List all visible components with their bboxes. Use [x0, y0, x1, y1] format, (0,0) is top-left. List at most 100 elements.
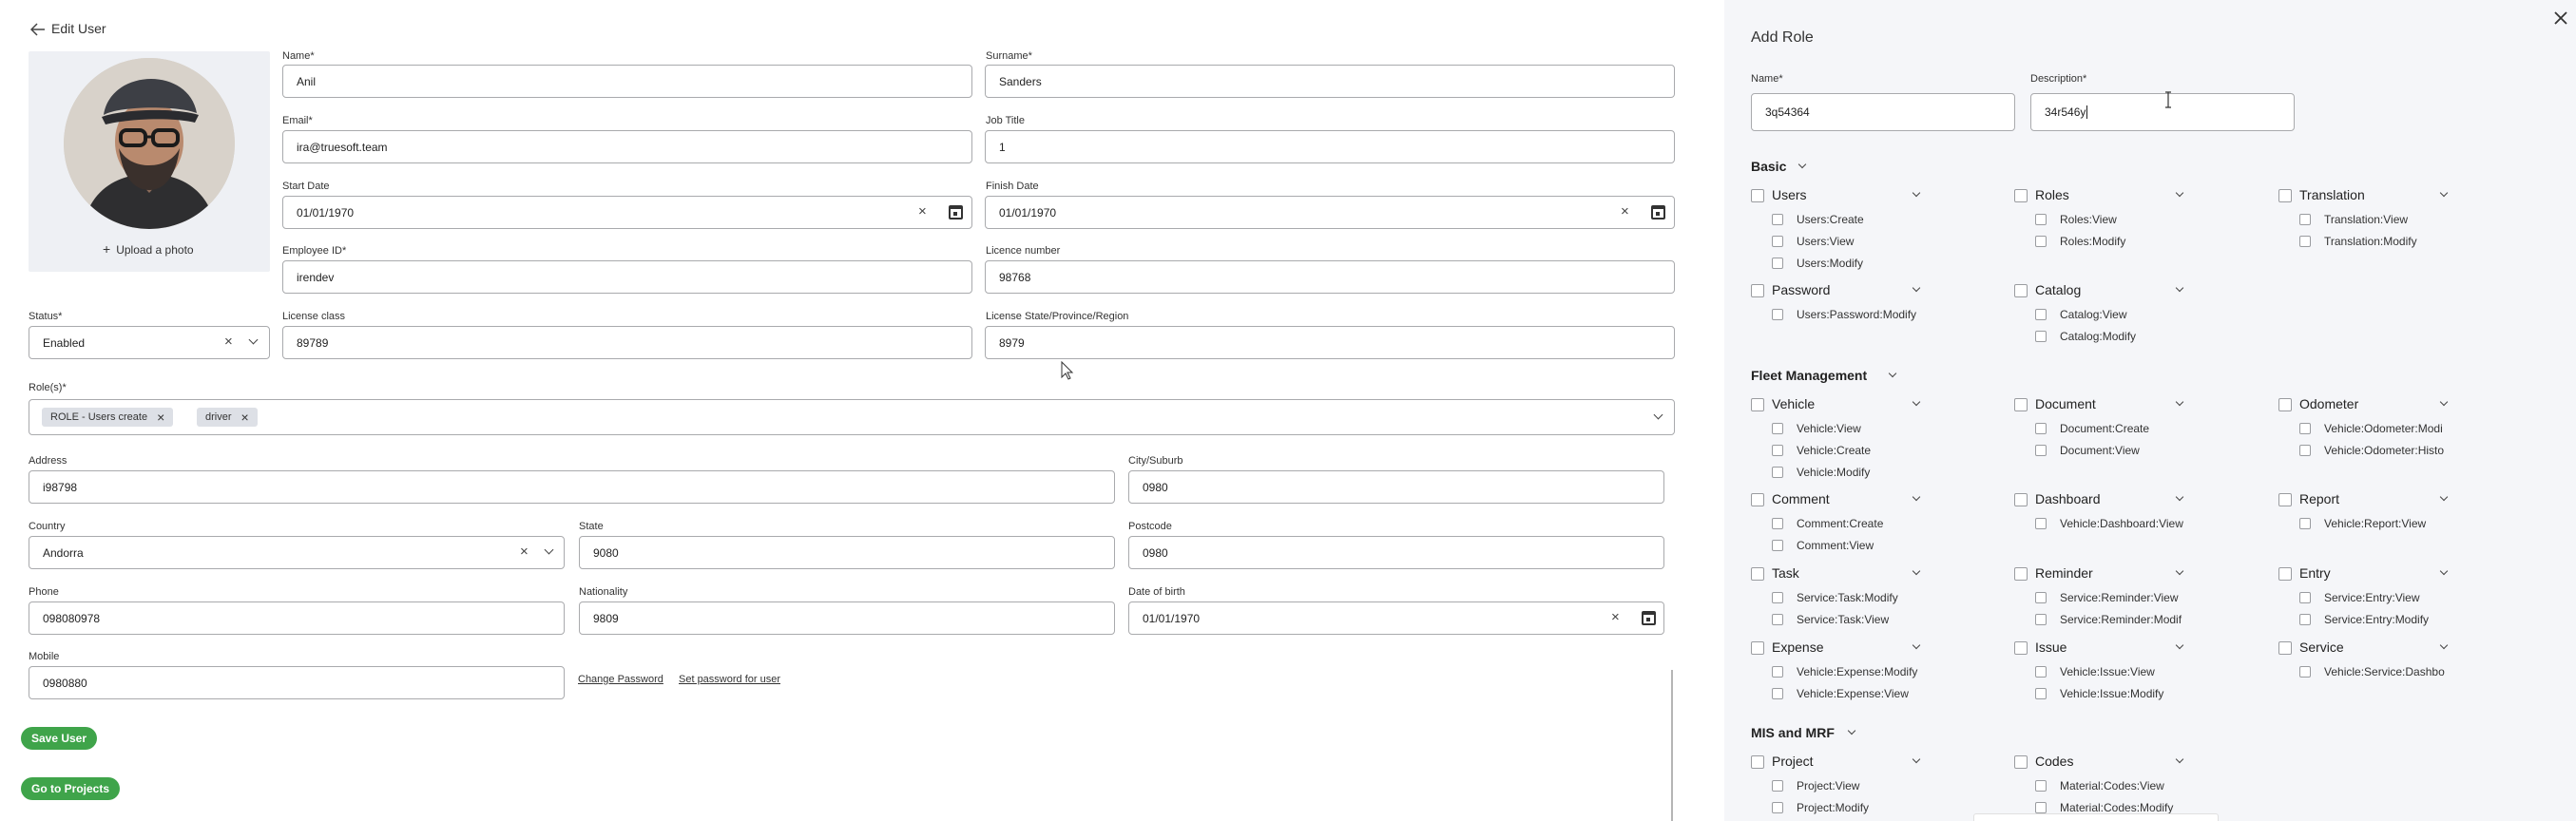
remove-chip-icon[interactable]: × — [157, 410, 164, 425]
permission-checkbox[interactable] — [2035, 518, 2047, 529]
license-state-input[interactable]: 8979 — [985, 326, 1675, 359]
permission-checkbox[interactable] — [1772, 540, 1783, 551]
chevron-down-icon[interactable] — [2175, 397, 2184, 407]
chevron-down-icon[interactable] — [2175, 754, 2184, 764]
group-checkbox[interactable] — [1751, 493, 1764, 506]
group-checkbox[interactable] — [1751, 755, 1764, 769]
set-password-link[interactable]: Set password for user — [679, 674, 780, 685]
chevron-down-icon[interactable] — [1847, 726, 1855, 735]
permission-checkbox[interactable] — [2299, 592, 2311, 603]
permission-checkbox[interactable] — [1772, 423, 1783, 434]
chevron-down-icon[interactable] — [2175, 188, 2184, 198]
chevron-down-icon[interactable] — [2439, 397, 2449, 407]
email-input[interactable]: ira@truesoft.team — [282, 130, 972, 163]
calendar-icon[interactable] — [1642, 611, 1656, 625]
group-checkbox[interactable] — [2278, 398, 2292, 411]
chevron-down-icon[interactable] — [1912, 492, 1921, 502]
upload-photo-button[interactable]: + Upload a photo — [103, 242, 194, 257]
permission-checkbox[interactable] — [2035, 802, 2047, 813]
group-checkbox[interactable] — [2278, 493, 2292, 506]
change-password-link[interactable]: Change Password — [578, 674, 663, 685]
permission-checkbox[interactable] — [2035, 666, 2047, 678]
licence-number-input[interactable]: 98768 — [985, 260, 1675, 294]
permission-checkbox[interactable] — [1772, 592, 1783, 603]
group-checkbox[interactable] — [1751, 284, 1764, 297]
close-icon[interactable] — [2554, 11, 2567, 29]
nationality-input[interactable]: 9809 — [579, 601, 1115, 635]
group-checkbox[interactable] — [1751, 189, 1764, 202]
chevron-down-icon[interactable] — [1888, 369, 1896, 378]
remove-chip-icon[interactable]: × — [241, 410, 249, 425]
calendar-icon[interactable] — [949, 205, 963, 220]
group-checkbox[interactable] — [2014, 398, 2028, 411]
permission-checkbox[interactable] — [1772, 614, 1783, 625]
permission-checkbox[interactable] — [2035, 445, 2047, 456]
job-title-input[interactable]: 1 — [985, 130, 1675, 163]
permission-checkbox[interactable] — [2035, 592, 2047, 603]
permission-checkbox[interactable] — [1772, 688, 1783, 699]
chevron-down-icon[interactable] — [2439, 492, 2449, 502]
permission-checkbox[interactable] — [2035, 236, 2047, 247]
horizontal-scrollbar[interactable] — [1973, 813, 2219, 821]
chevron-down-icon[interactable] — [1912, 754, 1921, 764]
clear-country-icon[interactable]: × — [520, 544, 529, 559]
roles-select[interactable] — [29, 399, 1675, 435]
permission-checkbox[interactable] — [2035, 423, 2047, 434]
chevron-down-icon[interactable] — [2439, 188, 2449, 198]
permission-checkbox[interactable] — [1772, 236, 1783, 247]
city-input[interactable]: 0980 — [1128, 470, 1664, 504]
chevron-down-icon[interactable] — [2439, 566, 2449, 576]
chevron-down-icon[interactable] — [1912, 397, 1921, 407]
clear-start-date-icon[interactable]: × — [918, 204, 927, 219]
permission-checkbox[interactable] — [2035, 780, 2047, 792]
chevron-down-icon[interactable] — [1912, 188, 1921, 198]
start-date-input[interactable]: 01/01/1970 — [282, 196, 972, 229]
address-input[interactable]: i98798 — [29, 470, 1115, 504]
permission-checkbox[interactable] — [2299, 423, 2311, 434]
chevron-down-icon[interactable] — [2175, 640, 2184, 650]
country-select[interactable]: Andorra — [29, 536, 565, 569]
chevron-down-icon[interactable] — [2175, 283, 2184, 293]
permission-checkbox[interactable] — [1772, 666, 1783, 678]
chevron-down-icon[interactable] — [1912, 283, 1921, 293]
permission-checkbox[interactable] — [1772, 780, 1783, 792]
finish-date-input[interactable]: 01/01/1970 — [985, 196, 1675, 229]
permission-checkbox[interactable] — [2299, 518, 2311, 529]
postcode-input[interactable]: 0980 — [1128, 536, 1664, 569]
permission-checkbox[interactable] — [1772, 258, 1783, 269]
dob-input[interactable]: 01/01/1970 — [1128, 601, 1664, 635]
permission-checkbox[interactable] — [2299, 214, 2311, 225]
permission-checkbox[interactable] — [1772, 309, 1783, 320]
permission-checkbox[interactable] — [1772, 445, 1783, 456]
permission-checkbox[interactable] — [2299, 445, 2311, 456]
chevron-down-icon[interactable] — [2175, 566, 2184, 576]
chevron-down-icon[interactable] — [1912, 640, 1921, 650]
chevron-down-icon[interactable] — [1797, 160, 1807, 169]
role-description-input[interactable]: 34r546y — [2030, 93, 2295, 131]
back-arrow-icon[interactable] — [29, 23, 46, 36]
permission-checkbox[interactable] — [2299, 236, 2311, 247]
chevron-down-icon[interactable] — [2175, 492, 2184, 502]
permission-checkbox[interactable] — [1772, 802, 1783, 813]
group-checkbox[interactable] — [2014, 284, 2028, 297]
group-checkbox[interactable] — [2014, 189, 2028, 202]
group-checkbox[interactable] — [1751, 398, 1764, 411]
clear-status-icon[interactable]: × — [224, 334, 233, 349]
chevron-down-icon[interactable] — [2439, 640, 2449, 650]
permission-checkbox[interactable] — [2035, 331, 2047, 342]
permission-checkbox[interactable] — [1772, 214, 1783, 225]
status-select[interactable]: Enabled — [29, 326, 270, 359]
group-checkbox[interactable] — [1751, 567, 1764, 581]
section-fleet-management[interactable]: Fleet Management — [1751, 368, 1867, 383]
go-to-projects-button[interactable]: Go to Projects — [21, 777, 120, 800]
role-name-input[interactable]: 3q54364 — [1751, 93, 2015, 131]
license-class-input[interactable]: 89789 — [282, 326, 972, 359]
permission-checkbox[interactable] — [1772, 467, 1783, 478]
permission-checkbox[interactable] — [2035, 214, 2047, 225]
permission-checkbox[interactable] — [1772, 518, 1783, 529]
permission-checkbox[interactable] — [2035, 614, 2047, 625]
permission-checkbox[interactable] — [2035, 688, 2047, 699]
group-checkbox[interactable] — [2278, 567, 2292, 581]
group-checkbox[interactable] — [2014, 641, 2028, 655]
save-user-button[interactable]: Save User — [21, 727, 97, 750]
